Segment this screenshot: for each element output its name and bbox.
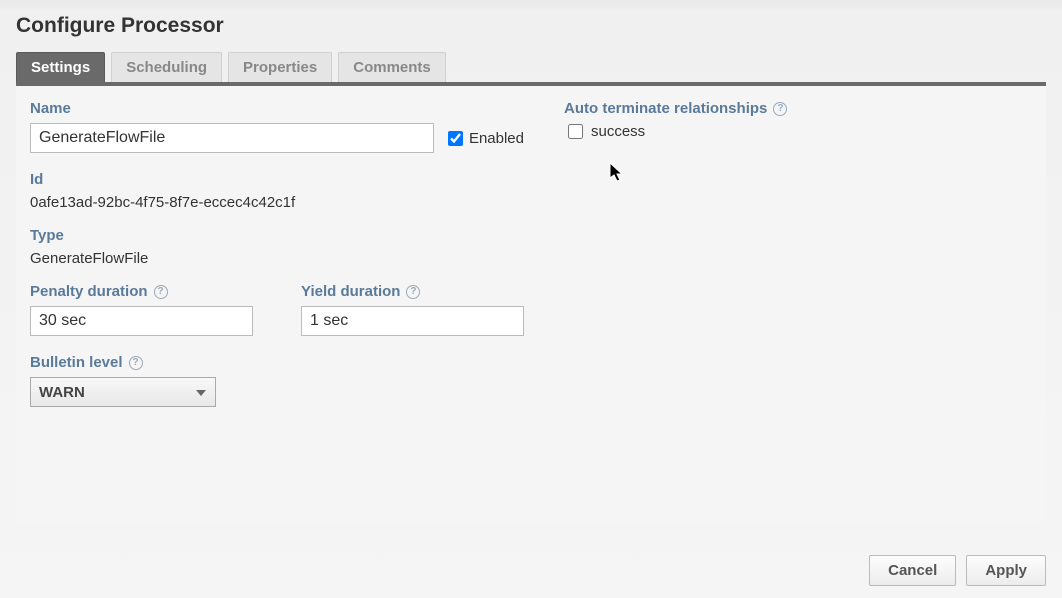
dialog-title: Configure Processor — [16, 14, 1046, 38]
id-label: Id — [30, 171, 524, 188]
apply-button[interactable]: Apply — [966, 555, 1046, 586]
yield-duration-input[interactable] — [301, 306, 524, 336]
type-label: Type — [30, 227, 524, 244]
dialog-footer: Cancel Apply — [869, 555, 1046, 586]
enabled-label: Enabled — [469, 130, 524, 147]
relationship-row[interactable]: success — [568, 123, 1032, 140]
relationship-checkbox-success[interactable] — [568, 124, 583, 139]
id-value: 0afe13ad-92bc-4f75-8f7e-eccec4c42c1f — [30, 194, 524, 211]
name-label: Name — [30, 100, 524, 117]
tab-scheduling[interactable]: Scheduling — [111, 52, 222, 82]
help-icon[interactable]: ? — [406, 285, 420, 299]
bulletin-level-label: Bulletin level ? — [30, 354, 524, 371]
tab-bar: Settings Scheduling Properties Comments — [16, 52, 1046, 82]
help-icon[interactable]: ? — [154, 285, 168, 299]
auto-terminate-label: Auto terminate relationships ? — [564, 100, 1032, 117]
penalty-duration-label: Penalty duration ? — [30, 283, 253, 300]
tab-settings[interactable]: Settings — [16, 52, 105, 82]
cancel-button[interactable]: Cancel — [869, 555, 956, 586]
help-icon[interactable]: ? — [773, 102, 787, 116]
relationship-name: success — [591, 123, 645, 140]
tab-properties[interactable]: Properties — [228, 52, 332, 82]
yield-duration-label: Yield duration ? — [301, 283, 524, 300]
penalty-duration-input[interactable] — [30, 306, 253, 336]
bulletin-level-select[interactable]: WARN — [30, 377, 216, 407]
name-input[interactable] — [30, 123, 434, 153]
help-icon[interactable]: ? — [129, 356, 143, 370]
tab-comments[interactable]: Comments — [338, 52, 446, 82]
enabled-checkbox[interactable] — [448, 131, 463, 146]
settings-panel: Name Enabled Id 0afe13ad-92bc-4f75-8f7e-… — [16, 82, 1046, 522]
type-value: GenerateFlowFile — [30, 250, 524, 267]
enabled-wrap[interactable]: Enabled — [448, 130, 524, 147]
